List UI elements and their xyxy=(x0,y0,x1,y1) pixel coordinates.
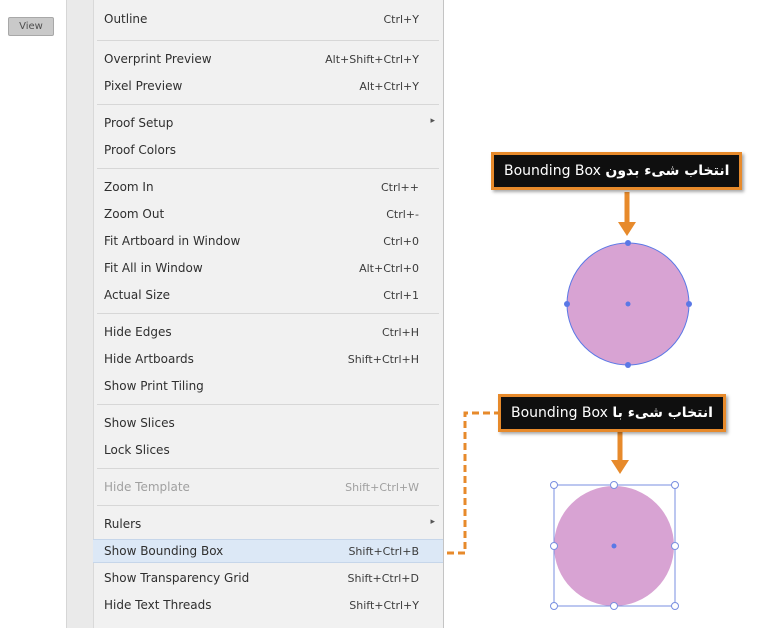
center-point xyxy=(625,301,631,307)
anchor-point xyxy=(625,362,631,368)
callout-without-bounding-box: Bounding Box انتخاب شیء بدون xyxy=(491,152,743,190)
callout-persian-text: انتخاب شیء با xyxy=(612,405,713,421)
circle-shape-with-bounding-box xyxy=(550,481,679,610)
callout-english-term: Bounding Box xyxy=(504,163,601,179)
callout-english-term: Bounding Box xyxy=(511,405,608,421)
callout-with-bounding-box: Bounding Box انتخاب شیء با xyxy=(498,394,726,432)
anchor-point xyxy=(686,301,692,307)
center-point xyxy=(611,543,617,549)
illustration xyxy=(447,192,692,610)
dashed-connector xyxy=(447,411,498,555)
arrow-down-icon xyxy=(611,432,629,474)
circle-shape-selected xyxy=(564,240,692,368)
arrow-down-icon xyxy=(618,192,636,236)
anchor-point xyxy=(564,301,570,307)
anchor-point xyxy=(625,240,631,246)
callout-persian-text: انتخاب شیء بدون xyxy=(605,163,730,179)
